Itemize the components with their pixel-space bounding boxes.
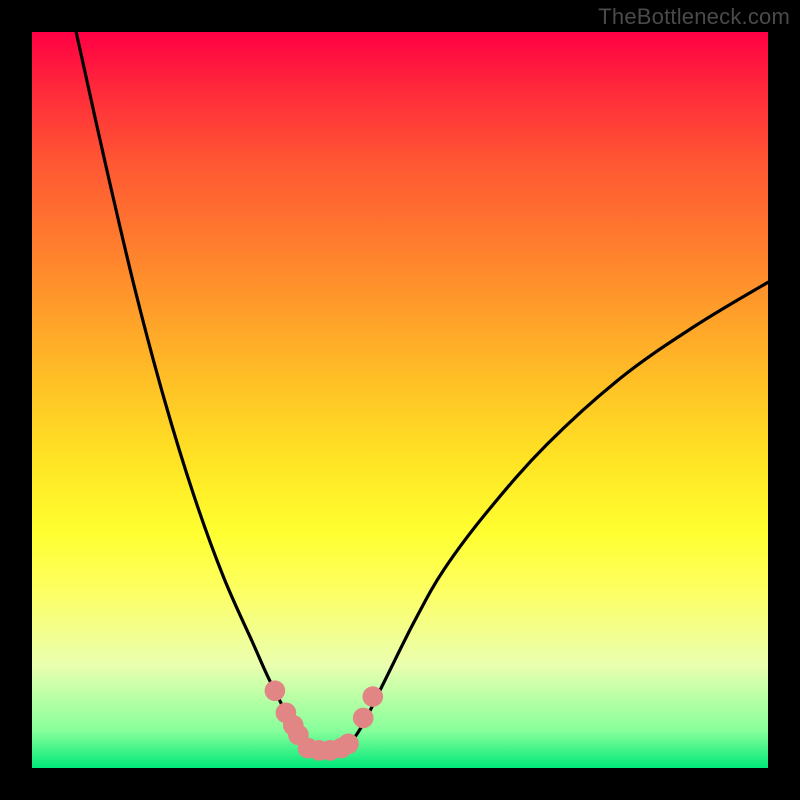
valley-marker-9 xyxy=(353,708,374,729)
chart-plot-area xyxy=(32,32,768,768)
chart-svg xyxy=(32,32,768,768)
valley-marker-8 xyxy=(338,733,359,754)
marker-layer xyxy=(265,680,383,760)
valley-marker-0 xyxy=(265,680,286,701)
curve-left-curve xyxy=(76,32,304,746)
chart-frame: TheBottleneck.com xyxy=(0,0,800,800)
watermark-text: TheBottleneck.com xyxy=(598,4,790,30)
curve-layer xyxy=(76,32,768,750)
valley-marker-10 xyxy=(362,686,383,707)
curve-right-curve xyxy=(348,282,768,746)
